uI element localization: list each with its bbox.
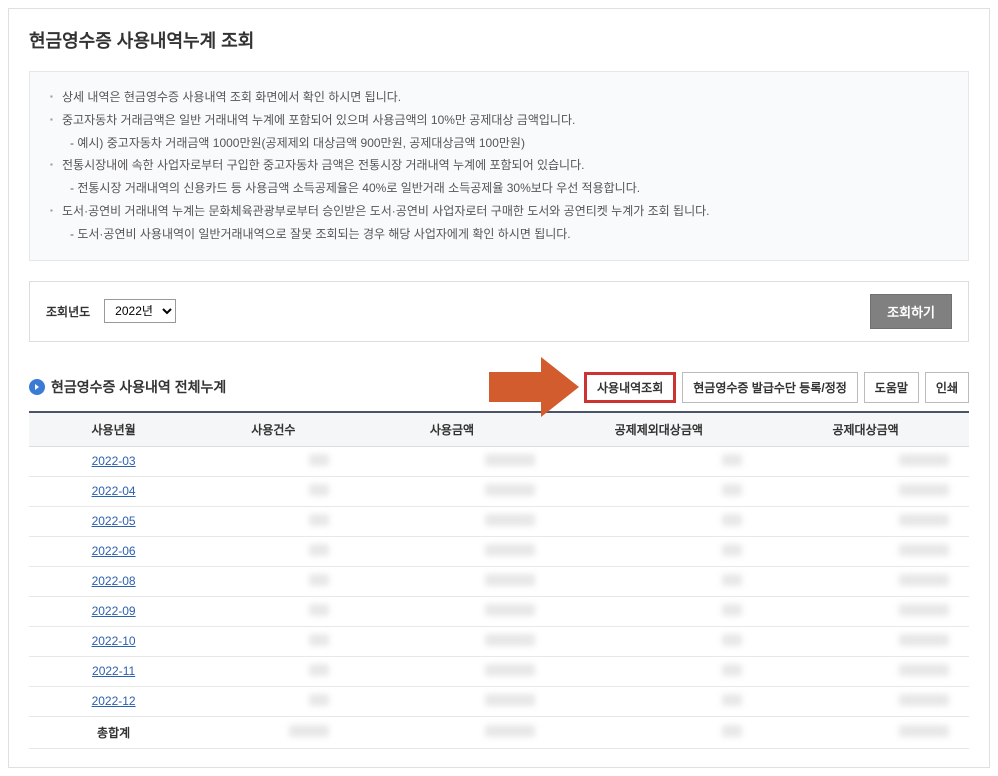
amount-cell: [349, 626, 556, 656]
excluded-cell: [555, 476, 762, 506]
total-amount: [349, 716, 556, 748]
table-row: 2022-12: [29, 686, 969, 716]
month-cell: 2022-09: [29, 596, 198, 626]
count-cell: [198, 596, 348, 626]
table-row: 2022-10: [29, 626, 969, 656]
col-deductible: 공제대상금액: [762, 412, 969, 447]
usage-table: 사용년월 사용건수 사용금액 공제제외대상금액 공제대상금액 2022-03 20…: [29, 411, 969, 749]
year-select[interactable]: 2022년: [104, 299, 176, 323]
count-cell: [198, 446, 348, 476]
excluded-cell: [555, 626, 762, 656]
help-button[interactable]: 도움말: [864, 372, 919, 403]
year-label: 조회년도: [46, 303, 90, 320]
issue-register-button[interactable]: 현금영수증 발급수단 등록/정정: [682, 372, 858, 403]
table-row: 2022-11: [29, 656, 969, 686]
excluded-cell: [555, 596, 762, 626]
count-cell: [198, 656, 348, 686]
count-cell: [198, 506, 348, 536]
table-row: 2022-06: [29, 536, 969, 566]
info-item: 중고자동차 거래금액은 일반 거래내역 누계에 포함되어 있으며 사용금액의 1…: [50, 109, 948, 132]
info-item: 전통시장내에 속한 사업자로부터 구입한 중고자동차 금액은 전통시장 거래내역…: [50, 154, 948, 177]
amount-cell: [349, 566, 556, 596]
month-link[interactable]: 2022-12: [92, 694, 136, 708]
table-row: 2022-03: [29, 446, 969, 476]
search-button[interactable]: 조회하기: [870, 294, 952, 329]
info-item: 상세 내역은 현금영수증 사용내역 조회 화면에서 확인 하시면 됩니다.: [50, 86, 948, 109]
info-item: - 전통시장 거래내역의 신용카드 등 사용금액 소득공제율은 40%로 일반거…: [50, 177, 948, 200]
excluded-cell: [555, 686, 762, 716]
col-count: 사용건수: [198, 412, 348, 447]
section-header: 현금영수증 사용내역 전체누계 사용내역조회 현금영수증 발급수단 등록/정정 …: [29, 372, 969, 403]
excluded-cell: [555, 536, 762, 566]
table-row: 2022-09: [29, 596, 969, 626]
total-row: 총합계: [29, 716, 969, 748]
deductible-cell: [762, 656, 969, 686]
deductible-cell: [762, 476, 969, 506]
deductible-cell: [762, 446, 969, 476]
info-item: 도서·공연비 거래내역 누계는 문화체육관광부로부터 승인받은 도서·공연비 사…: [50, 200, 948, 223]
total-deductible: [762, 716, 969, 748]
deductible-cell: [762, 596, 969, 626]
count-cell: [198, 626, 348, 656]
total-count: [198, 716, 348, 748]
deductible-cell: [762, 506, 969, 536]
amount-cell: [349, 446, 556, 476]
print-button[interactable]: 인쇄: [925, 372, 969, 403]
deductible-cell: [762, 686, 969, 716]
month-link[interactable]: 2022-10: [92, 634, 136, 648]
month-link[interactable]: 2022-03: [92, 454, 136, 468]
amount-cell: [349, 536, 556, 566]
deductible-cell: [762, 536, 969, 566]
amount-cell: [349, 686, 556, 716]
deductible-cell: [762, 566, 969, 596]
info-item: - 도서·공연비 사용내역이 일반거래내역으로 잘못 조회되는 경우 해당 사업…: [50, 223, 948, 246]
month-cell: 2022-04: [29, 476, 198, 506]
month-cell: 2022-10: [29, 626, 198, 656]
month-cell: 2022-12: [29, 686, 198, 716]
month-cell: 2022-03: [29, 446, 198, 476]
amount-cell: [349, 596, 556, 626]
arrow-circle-icon: [29, 379, 45, 395]
count-cell: [198, 536, 348, 566]
amount-cell: [349, 656, 556, 686]
month-link[interactable]: 2022-05: [92, 514, 136, 528]
month-link[interactable]: 2022-09: [92, 604, 136, 618]
table-row: 2022-04: [29, 476, 969, 506]
excluded-cell: [555, 566, 762, 596]
table-row: 2022-08: [29, 566, 969, 596]
section-title-text: 현금영수증 사용내역 전체누계: [51, 377, 226, 397]
count-cell: [198, 476, 348, 506]
col-month: 사용년월: [29, 412, 198, 447]
info-box: 상세 내역은 현금영수증 사용내역 조회 화면에서 확인 하시면 됩니다.중고자…: [29, 71, 969, 261]
col-amount: 사용금액: [349, 412, 556, 447]
month-link[interactable]: 2022-06: [92, 544, 136, 558]
month-cell: 2022-05: [29, 506, 198, 536]
count-cell: [198, 686, 348, 716]
month-cell: 2022-08: [29, 566, 198, 596]
total-label: 총합계: [29, 716, 198, 748]
search-bar: 조회년도 2022년 조회하기: [29, 281, 969, 342]
month-link[interactable]: 2022-11: [92, 664, 135, 678]
total-excluded: [555, 716, 762, 748]
excluded-cell: [555, 656, 762, 686]
month-link[interactable]: 2022-08: [92, 574, 136, 588]
amount-cell: [349, 476, 556, 506]
usage-detail-button[interactable]: 사용내역조회: [584, 372, 676, 403]
month-cell: 2022-06: [29, 536, 198, 566]
col-excluded: 공제제외대상금액: [555, 412, 762, 447]
info-item: - 예시) 중고자동차 거래금액 1000만원(공제제외 대상금액 900만원,…: [50, 132, 948, 155]
month-link[interactable]: 2022-04: [92, 484, 136, 498]
month-cell: 2022-11: [29, 656, 198, 686]
excluded-cell: [555, 506, 762, 536]
page-title: 현금영수증 사용내역누계 조회: [29, 27, 969, 53]
count-cell: [198, 566, 348, 596]
excluded-cell: [555, 446, 762, 476]
amount-cell: [349, 506, 556, 536]
deductible-cell: [762, 626, 969, 656]
table-row: 2022-05: [29, 506, 969, 536]
